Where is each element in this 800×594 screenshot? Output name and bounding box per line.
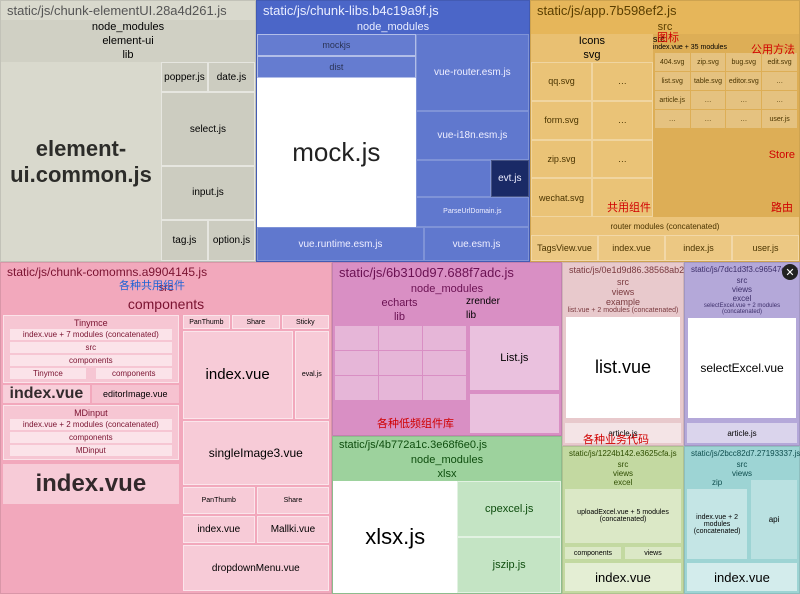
path-lib: lib [1, 48, 255, 62]
file: index.vue [598, 235, 665, 261]
chunk-echarts: static/js/6b310d97.688f7adc.js node_modu… [332, 262, 562, 436]
chunk-echarts-xlsx: static/js/6b310d97.688f7adc.js node_modu… [332, 262, 562, 594]
svg-file: qq.svg [531, 62, 592, 101]
modules-concat: router modules (concatenated) [531, 217, 799, 235]
chunk-list: static/js/0e1d9d86.38568ab2.js src views… [562, 262, 684, 446]
file: ParseUrlDomain.js [416, 197, 529, 227]
chunk-title: static/js/4b772a1c.3e68f6e0.js [333, 437, 561, 453]
file-vue-runtime: vue.runtime.esm.js [257, 227, 424, 261]
mini: PanThumb [183, 315, 230, 329]
path-element-ui: element-ui [1, 34, 255, 48]
dir-icons: Icons [531, 34, 653, 48]
file-select-excel-vue: selectExcel.vue [688, 318, 796, 418]
file-element-ui-common: element-ui.common.js [1, 62, 161, 261]
file: TagsView.vue [531, 235, 598, 261]
path-node-modules: node_modules [1, 20, 255, 34]
dir-src: src [653, 34, 799, 44]
close-icon[interactable]: ✕ [782, 264, 798, 280]
file: popper.js [161, 62, 208, 92]
group-tinymce: Tinymce index.vue + 7 modules (concatena… [3, 315, 179, 383]
file-list-js: List.js [470, 326, 559, 390]
file: index.vue [183, 331, 293, 419]
chunk-title: static/js/chunk-libs.b4c19a9f.js [257, 1, 529, 20]
file-index-vue-big: index.vue [3, 464, 179, 504]
path-components: components [1, 295, 331, 313]
file [416, 160, 491, 197]
file-mock-js: mock.js [257, 78, 416, 227]
col-list-upload: static/js/0e1d9d86.38568ab2.js src views… [562, 262, 684, 594]
dir-dist: dist [257, 56, 416, 78]
chunk-title: static/js/chunk-comomns.a9904145.js [1, 263, 331, 281]
file: singleImage3.vue [183, 421, 329, 486]
file-index-vue: index.vue [687, 563, 797, 591]
file: date.js [208, 62, 255, 92]
mini: … [592, 178, 653, 217]
chunk-upload-excel: static/js/1224b142.e3625cfa.js src views… [562, 446, 684, 594]
group-mdinput: MDinput index.vue + 2 modules (concatena… [3, 405, 179, 460]
col-select-zip: static/js/7dc1d3f3.c96547ee.js src views… [684, 262, 800, 594]
mini: … [592, 62, 653, 101]
file: index.js [665, 235, 732, 261]
file: user.js [732, 235, 799, 261]
file-cpexcel: cpexcel.js [457, 481, 561, 537]
chunk-element-ui: static/js/chunk-elementUI.28a4d261.js no… [0, 0, 256, 262]
dir-mockjs: mockjs [257, 34, 416, 56]
file: Mallki.vue [257, 516, 329, 543]
mini: … [592, 101, 653, 140]
file-jszip: jszip.js [457, 537, 561, 593]
mini: Share [257, 487, 329, 514]
file-xlsx-js: xlsx.js [333, 481, 457, 593]
file: option.js [208, 220, 255, 261]
chunk-title: static/js/6b310d97.688f7adc.js [333, 263, 561, 282]
svg-file: zip.svg [531, 140, 592, 179]
file: eval.js [295, 331, 329, 419]
chunk-select-excel: static/js/7dc1d3f3.c96547ee.js src views… [684, 262, 800, 446]
dir-api: api [751, 480, 797, 559]
chunk-libs: static/js/chunk-libs.b4c19a9f.js node_mo… [256, 0, 530, 262]
mini: … [592, 140, 653, 179]
file-select-js: select.js [161, 92, 255, 166]
file-index-vue: index.vue [3, 385, 90, 403]
svg-file: wechat.svg [531, 178, 592, 217]
mini: PanThumb [183, 487, 255, 514]
path-src: src [1, 281, 331, 295]
file: index.vue [183, 516, 255, 543]
modules-concat: index.vue + 2 modules (concatenated) [687, 489, 747, 559]
file-vue-i18n: vue-i18n.esm.js [416, 111, 529, 160]
svg-file: form.svg [531, 101, 592, 140]
file-input-js: input.js [161, 166, 255, 220]
chunk-title: static/js/chunk-elementUI.28a4d261.js [1, 1, 255, 20]
chunk-commons: static/js/chunk-comomns.a9904145.js 各种共用… [0, 262, 332, 594]
modules-concat: uploadExcel.vue + 5 modules (concatenate… [565, 489, 681, 543]
mini-grid: 404.svgzip.svgbug.svgedit.svg list.svgta… [653, 51, 799, 217]
file-index-vue: index.vue [565, 563, 681, 591]
file-article-js: article.js [687, 423, 797, 443]
file: evt.js [491, 160, 529, 197]
mini [470, 394, 559, 433]
modules-summary: index.vue + 35 modules [653, 44, 799, 51]
chunk-title: static/js/app.7b598ef2.js [531, 1, 799, 20]
file-vue-esm: vue.esm.js [424, 227, 529, 261]
echarts-grid [333, 324, 468, 435]
dir-svg: svg [531, 48, 653, 62]
path-src: src [531, 20, 799, 34]
file: dropdownMenu.vue [183, 545, 329, 591]
file-list-vue: list.vue [566, 317, 680, 418]
mini: Sticky [282, 315, 329, 329]
file: tag.js [161, 220, 208, 261]
chunk-app: static/js/app.7b598ef2.js src Icons svg … [530, 0, 800, 262]
mini: Share [232, 315, 279, 329]
chunk-zip: static/js/2bcc82d7.27193337.js src views… [684, 446, 800, 594]
file-vue-router: vue-router.esm.js [416, 34, 529, 111]
chunk-xlsx: static/js/4b772a1c.3e68f6e0.js node_modu… [332, 436, 562, 594]
file-editor-image: editorImage.vue [92, 385, 179, 403]
path-node-modules: node_modules [257, 20, 529, 34]
file-article-js: article.js [565, 423, 681, 443]
